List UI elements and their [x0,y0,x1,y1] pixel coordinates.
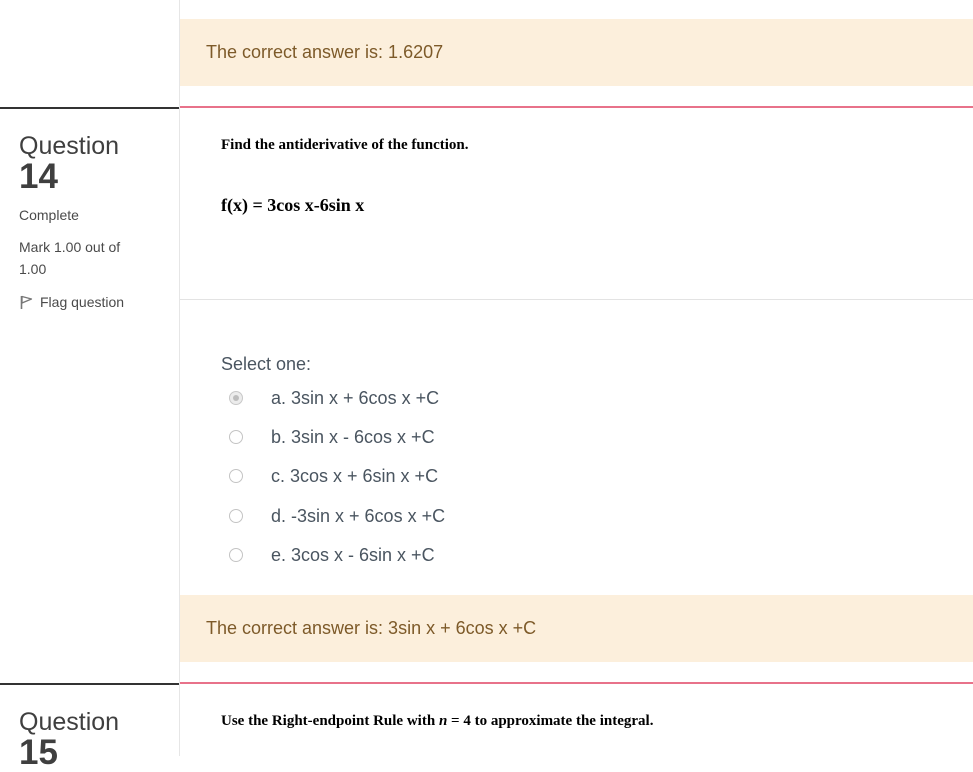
question-number: 15 [19,733,58,772]
option-text: d. -3sin x + 6cos x +C [271,505,446,526]
flag-question-link[interactable]: Flag question [19,294,124,310]
radio-d[interactable] [229,509,243,523]
q14-function: f(x) = 3cos x-6sin x [221,195,365,215]
q14-feedback: The correct answer is: 3sin x + 6cos x +… [180,595,973,662]
feedback-text: The correct answer is: 3sin x + 6cos x +… [206,618,537,638]
flag-label: Flag question [40,294,125,310]
question-number: 14 [19,157,58,196]
radio-e[interactable] [229,548,243,562]
radio-b[interactable] [229,430,243,444]
q14-content-separator [180,106,973,108]
q14-heading: Question 14 [19,132,120,196]
answer-option-e[interactable]: e. 3cos x - 6sin x +C [221,543,435,567]
option-text: c. 3cos x + 6sin x +C [271,465,439,486]
q15-heading: Question 15 [19,708,120,772]
option-text: e. 3cos x - 6sin x +C [271,544,435,565]
q15-instruction: Use the Right-endpoint Rule with n = 4 t… [221,713,653,730]
option-text: b. 3sin x - 6cos x +C [271,426,435,447]
answer-option-d[interactable]: d. -3sin x + 6cos x +C [221,504,445,528]
option-text: a. 3sin x + 6cos x +C [271,387,440,408]
question-word: Question [19,708,120,736]
previous-question-feedback: The correct answer is: 1.6207 [180,19,973,86]
q15-info-separator [0,683,179,685]
instruction-part: = 4 to approximate the integral. [447,713,654,729]
answer-option-a[interactable]: a. 3sin x + 6cos x +C [221,386,439,410]
answer-option-c[interactable]: c. 3cos x + 6sin x +C [221,464,438,488]
q14-mark: Mark 1.00 out of 1.00 [19,239,121,277]
q14-state: Complete [19,207,79,223]
q14-answer-divider [180,299,973,300]
flag-icon [20,295,33,309]
answer-option-b[interactable]: b. 3sin x - 6cos x +C [221,425,435,449]
q14-instruction: Find the antiderivative of the function. [221,137,469,153]
q15-content-separator [180,682,973,684]
feedback-text: The correct answer is: 1.6207 [206,42,444,62]
radio-a[interactable] [229,391,243,405]
radio-c[interactable] [229,469,243,483]
question-word: Question [19,132,120,160]
q14-info-separator [0,107,179,109]
select-one-prompt: Select one: [221,354,312,374]
instruction-part: Use the Right-endpoint Rule with [221,713,439,729]
